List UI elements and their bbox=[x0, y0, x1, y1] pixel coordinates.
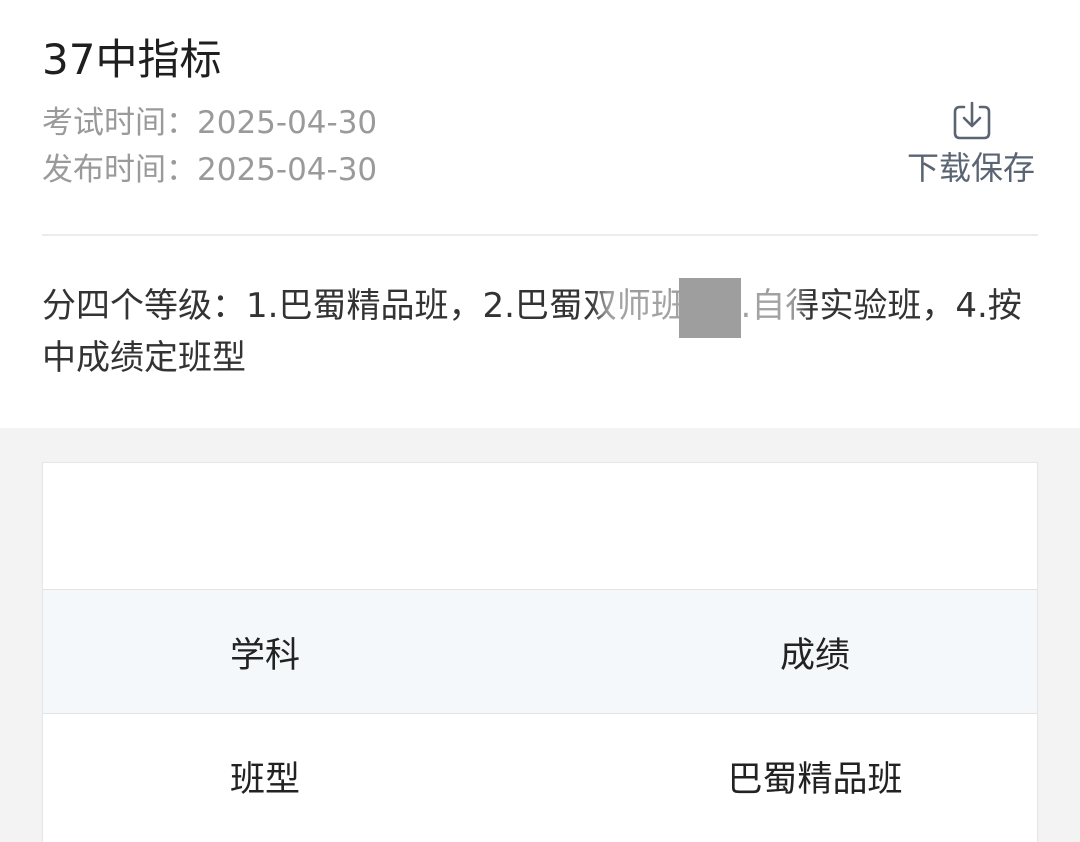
download-save-label: 下载保存 bbox=[907, 149, 1036, 187]
exam-time: 考试时间：2025-04-30 bbox=[42, 105, 378, 141]
table-header-row: 学科 成绩 bbox=[43, 589, 1037, 713]
grade-description: 分四个等级：1.巴蜀精品班，2.巴蜀双师班，3.自得实验班，4.按中成绩定班型 bbox=[42, 286, 1022, 378]
score-table: 学科 成绩 班型 巴蜀精品班 bbox=[42, 462, 1038, 842]
publish-time: 发布时间：2025-04-30 bbox=[42, 152, 378, 188]
report-header: 37中指标 考试时间：2025-04-30 发布时间：2025-04-30 下载… bbox=[0, 0, 1080, 235]
header-score: 成绩 bbox=[779, 635, 850, 676]
table-caption-area bbox=[43, 463, 1037, 589]
divider bbox=[42, 234, 1038, 236]
header-subject: 学科 bbox=[229, 635, 300, 676]
table-row: 班型 巴蜀精品班 bbox=[43, 713, 1037, 837]
cell-subject: 班型 bbox=[229, 759, 300, 800]
download-icon bbox=[953, 101, 991, 140]
download-save-button[interactable]: 下载保存 bbox=[900, 98, 1046, 194]
page-title: 37中指标 bbox=[42, 35, 222, 84]
redaction-block bbox=[679, 278, 741, 338]
cell-score: 巴蜀精品班 bbox=[727, 759, 903, 800]
page: 37中指标 考试时间：2025-04-30 发布时间：2025-04-30 下载… bbox=[0, 0, 1080, 842]
